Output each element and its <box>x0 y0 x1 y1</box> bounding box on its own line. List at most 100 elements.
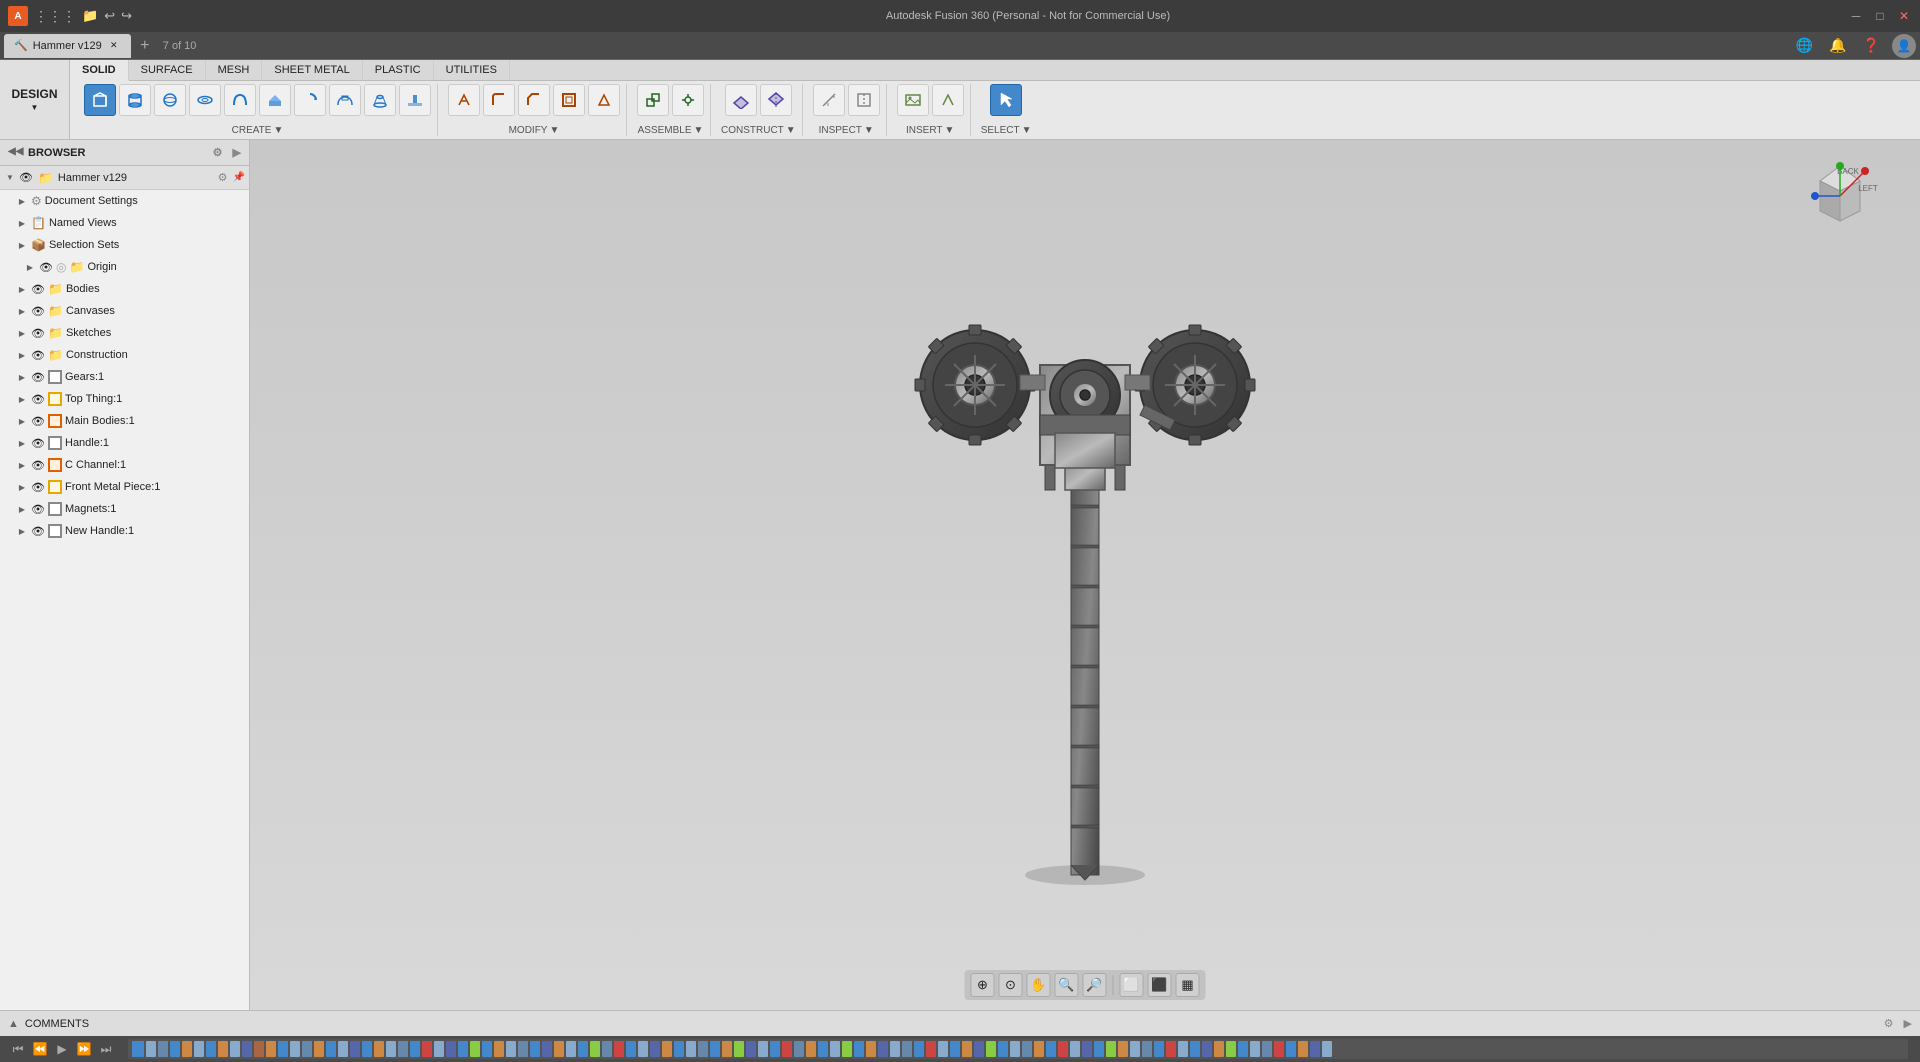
timeline-item[interactable] <box>146 1041 156 1057</box>
user-icon[interactable]: 👤 <box>1892 34 1916 58</box>
root-visibility-icon[interactable]: 👁 <box>19 171 33 184</box>
tab-surface[interactable]: SURFACE <box>129 60 206 80</box>
timeline-item[interactable] <box>458 1041 468 1057</box>
tab-solid[interactable]: SOLID <box>70 60 129 81</box>
timeline-item[interactable] <box>698 1041 708 1057</box>
viewport[interactable]: BACK LEFT ⊕ ⊙ ✋ 🔍 🔎 ⬜ ⬛ ▦ <box>250 140 1920 1010</box>
timeline-item[interactable] <box>746 1041 756 1057</box>
browser-item-doc-settings[interactable]: ▶ ⚙ Document Settings <box>0 190 249 212</box>
timeline-item[interactable] <box>542 1041 552 1057</box>
insert-image-btn[interactable] <box>897 84 929 116</box>
timeline-item[interactable] <box>842 1041 852 1057</box>
magnets-eye[interactable]: 👁 <box>31 502 45 516</box>
create-cylinder-btn[interactable] <box>119 84 151 116</box>
bodies-arrow[interactable]: ▶ <box>16 283 28 295</box>
select-tool-btn[interactable] <box>990 84 1022 116</box>
timeline-item[interactable] <box>890 1041 900 1057</box>
timeline-item[interactable] <box>1238 1041 1248 1057</box>
new-tab-btn[interactable]: + <box>133 34 157 58</box>
timeline-item[interactable] <box>710 1041 720 1057</box>
gears-arrow[interactable]: ▶ <box>16 371 28 383</box>
selection-sets-arrow[interactable]: ▶ <box>16 239 28 251</box>
notification-icon[interactable]: 🔔 <box>1825 35 1850 56</box>
tab-mesh[interactable]: MESH <box>206 60 263 80</box>
timeline-item[interactable] <box>446 1041 456 1057</box>
inspect-measure-btn[interactable] <box>813 84 845 116</box>
modify-chamfer-btn[interactable] <box>518 84 550 116</box>
timeline-item[interactable] <box>626 1041 636 1057</box>
timeline-item[interactable] <box>830 1041 840 1057</box>
browser-expand-btn[interactable]: ▶ <box>233 146 241 159</box>
browser-collapse-btn[interactable]: ◀◀ <box>8 146 22 160</box>
vc-zoom-btn[interactable]: 🔍 <box>1055 973 1079 997</box>
create-rib-btn[interactable] <box>399 84 431 116</box>
main-bodies-eye[interactable]: 👁 <box>31 414 45 428</box>
timeline-item[interactable] <box>326 1041 336 1057</box>
timeline-item[interactable] <box>338 1041 348 1057</box>
timeline-item[interactable] <box>1322 1041 1332 1057</box>
top-thing-arrow[interactable]: ▶ <box>16 393 28 405</box>
timeline-item[interactable] <box>482 1041 492 1057</box>
c-channel-arrow[interactable]: ▶ <box>16 459 28 471</box>
timeline-item[interactable] <box>362 1041 372 1057</box>
timeline-item[interactable] <box>602 1041 612 1057</box>
root-settings-btn[interactable]: ⚙ <box>218 171 228 184</box>
canvases-eye[interactable]: 👁 <box>31 304 45 318</box>
create-box-btn[interactable] <box>84 84 116 116</box>
tab-sheet-metal[interactable]: SHEET METAL <box>262 60 362 80</box>
file-menu[interactable]: 📁 <box>82 8 98 24</box>
modify-shell-btn[interactable] <box>553 84 585 116</box>
timeline-item[interactable] <box>926 1041 936 1057</box>
assemble-group-label[interactable]: ASSEMBLE ▼ <box>638 125 704 136</box>
timeline-item[interactable] <box>878 1041 888 1057</box>
root-expand-arrow[interactable]: ▼ <box>4 172 16 184</box>
handle-arrow[interactable]: ▶ <box>16 437 28 449</box>
timeline-item[interactable] <box>758 1041 768 1057</box>
comments-collapse-btn[interactable]: ▲ <box>8 1018 19 1030</box>
sketches-arrow[interactable]: ▶ <box>16 327 28 339</box>
close-btn[interactable]: ✕ <box>1896 8 1912 24</box>
modify-press-btn[interactable] <box>448 84 480 116</box>
timeline-item[interactable] <box>506 1041 516 1057</box>
sketches-eye[interactable]: 👁 <box>31 326 45 340</box>
new-handle-arrow[interactable]: ▶ <box>16 525 28 537</box>
timeline-item[interactable] <box>566 1041 576 1057</box>
timeline-item[interactable] <box>1118 1041 1128 1057</box>
modify-draft-btn[interactable] <box>588 84 620 116</box>
modify-group-label[interactable]: MODIFY ▼ <box>509 125 560 136</box>
front-metal-arrow[interactable]: ▶ <box>16 481 28 493</box>
gears-eye[interactable]: 👁 <box>31 370 45 384</box>
gizmo[interactable]: BACK LEFT <box>1800 156 1880 236</box>
timeline-item[interactable] <box>410 1041 420 1057</box>
timeline-item[interactable] <box>206 1041 216 1057</box>
comments-expand-btn[interactable]: ▶ <box>1904 1017 1912 1030</box>
timeline-item[interactable] <box>1250 1041 1260 1057</box>
timeline-item[interactable] <box>422 1041 432 1057</box>
timeline-item[interactable] <box>1082 1041 1092 1057</box>
timeline-item[interactable] <box>770 1041 780 1057</box>
browser-item-construction[interactable]: ▶ 👁 📁 Construction <box>0 344 249 366</box>
design-menu[interactable]: DESIGN ▼ <box>0 60 70 139</box>
timeline-item[interactable] <box>302 1041 312 1057</box>
browser-item-main-bodies[interactable]: ▶ 👁 Main Bodies:1 <box>0 410 249 432</box>
browser-options-btn[interactable]: ⚙ <box>213 146 223 159</box>
modify-fillet-btn[interactable] <box>483 84 515 116</box>
timeline-item[interactable] <box>818 1041 828 1057</box>
undo-btn[interactable]: ↩ <box>104 8 115 24</box>
new-handle-eye[interactable]: 👁 <box>31 524 45 538</box>
timeline-prev-btn[interactable]: ⏪ <box>30 1039 50 1059</box>
create-group-label[interactable]: CREATE ▼ <box>232 125 284 136</box>
timeline-item[interactable] <box>1154 1041 1164 1057</box>
timeline-item[interactable] <box>290 1041 300 1057</box>
timeline-item[interactable] <box>1178 1041 1188 1057</box>
construction-eye[interactable]: 👁 <box>31 348 45 362</box>
construct-midplane-btn[interactable] <box>760 84 792 116</box>
timeline-item[interactable] <box>866 1041 876 1057</box>
timeline-item[interactable] <box>278 1041 288 1057</box>
canvases-arrow[interactable]: ▶ <box>16 305 28 317</box>
origin-eye[interactable]: 👁 <box>39 260 53 274</box>
construct-offset-plane-btn[interactable] <box>725 84 757 116</box>
tab-close-btn[interactable]: ✕ <box>107 39 121 53</box>
timeline-play-btn[interactable]: ▶ <box>52 1039 72 1059</box>
browser-item-c-channel[interactable]: ▶ 👁 C Channel:1 <box>0 454 249 476</box>
